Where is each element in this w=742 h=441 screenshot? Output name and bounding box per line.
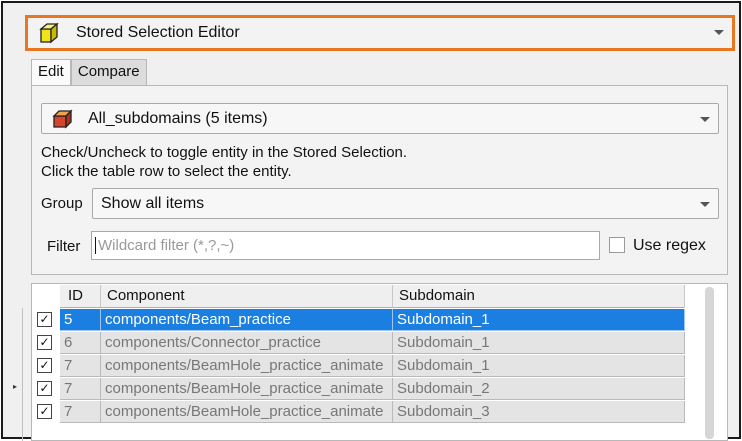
cell-component[interactable]: components/BeamHole_practice_animate (101, 401, 393, 423)
cell-component[interactable]: components/BeamHole_practice_animate (101, 378, 393, 400)
row-checkbox[interactable]: ✓ (37, 404, 52, 419)
row-indicator-icon: ▸ (13, 382, 18, 391)
table-row[interactable]: ✓ 6 components/Connector_practice Subdom… (32, 332, 685, 354)
edit-panel: All_subdomains (5 items) Check/Uncheck t… (31, 85, 728, 275)
cell-subdomain[interactable]: Subdomain_1 (393, 309, 685, 331)
column-header-subdomain[interactable]: Subdomain (393, 285, 685, 308)
table-row[interactable]: ✓ 7 components/BeamHole_practice_animate… (32, 401, 685, 423)
use-regex-label: Use regex (633, 237, 706, 254)
table-row[interactable]: ✓ 5 components/Beam_practice Subdomain_1 (32, 309, 685, 331)
yellow-cube-icon (39, 22, 59, 44)
column-header-id[interactable]: ID (60, 285, 101, 308)
stored-selection-label: All_subdomains (5 items) (88, 109, 268, 127)
cell-id[interactable]: 7 (60, 355, 101, 377)
column-header-component[interactable]: Component (101, 285, 393, 308)
chevron-down-icon (700, 117, 710, 122)
row-checkbox[interactable]: ✓ (37, 358, 52, 373)
splitter-handle[interactable] (9, 308, 23, 441)
cell-component[interactable]: components/Connector_practice (101, 332, 393, 354)
cell-subdomain[interactable]: Subdomain_3 (393, 401, 685, 423)
row-checkbox[interactable]: ✓ (37, 312, 52, 327)
editor-type-dropdown[interactable]: Stored Selection Editor (25, 15, 735, 51)
table-row[interactable]: ✓ 7 components/BeamHole_practice_animate… (32, 378, 685, 400)
red-cube-icon (52, 108, 73, 129)
table-row[interactable]: ✓ 7 components/BeamHole_practice_animate… (32, 355, 685, 377)
cell-subdomain[interactable]: Subdomain_1 (393, 355, 685, 377)
help-line-1: Check/Uncheck to toggle entity in the St… (41, 144, 408, 161)
help-line-2: Click the table row to select the entity… (41, 163, 292, 180)
tab-edit[interactable]: Edit (31, 59, 71, 86)
cell-id[interactable]: 7 (60, 401, 101, 423)
cell-subdomain[interactable]: Subdomain_2 (393, 378, 685, 400)
row-checkbox[interactable]: ✓ (37, 381, 52, 396)
group-dropdown[interactable]: Show all items (92, 188, 719, 219)
cell-id[interactable]: 5 (60, 309, 101, 331)
row-checkbox[interactable]: ✓ (37, 335, 52, 350)
help-text: Check/Uncheck to toggle entity in the St… (41, 143, 407, 181)
editor-title: Stored Selection Editor (76, 24, 240, 41)
text-cursor (95, 237, 96, 254)
cell-subdomain[interactable]: Subdomain_1 (393, 332, 685, 354)
cell-id[interactable]: 7 (60, 378, 101, 400)
table-header: ID Component Subdomain (60, 285, 685, 308)
editor-window: Stored Selection Editor Edit Compare All… (1, 1, 741, 441)
cell-component[interactable]: components/BeamHole_practice_animate (101, 355, 393, 377)
tab-bar: Edit Compare (31, 59, 147, 86)
group-label: Group (41, 195, 83, 212)
tab-compare[interactable]: Compare (70, 59, 147, 85)
cell-component[interactable]: components/Beam_practice (101, 309, 393, 331)
stored-selection-dropdown[interactable]: All_subdomains (5 items) (41, 103, 719, 134)
filter-input[interactable] (91, 231, 600, 260)
table-body: ✓ 5 components/Beam_practice Subdomain_1… (32, 309, 685, 424)
group-value: Show all items (101, 194, 205, 212)
filter-label: Filter (47, 238, 81, 255)
vertical-scrollbar[interactable] (705, 287, 714, 439)
cell-id[interactable]: 6 (60, 332, 101, 354)
selection-table: ID Component Subdomain ✓ 5 components/Be… (31, 283, 728, 441)
chevron-down-icon (714, 30, 724, 35)
use-regex-checkbox[interactable] (609, 237, 625, 253)
chevron-down-icon (700, 202, 710, 207)
